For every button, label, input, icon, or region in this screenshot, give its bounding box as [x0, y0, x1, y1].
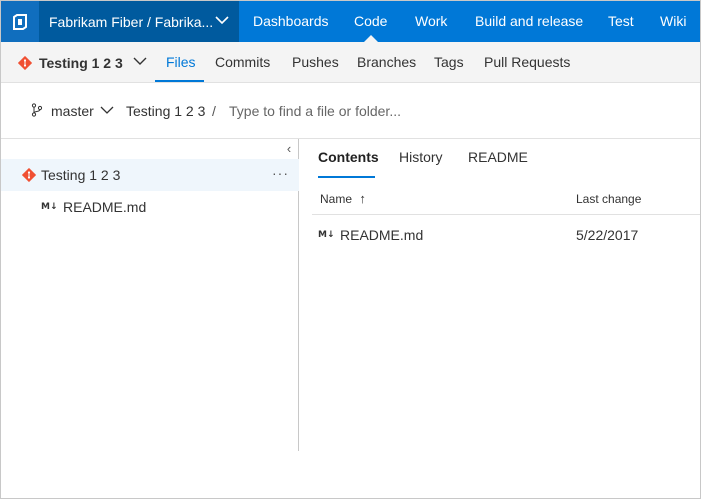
more-options-icon[interactable]: ···	[272, 165, 289, 181]
tab-tags[interactable]: Tags	[434, 42, 464, 83]
nav-build-and-release[interactable]: Build and release	[475, 1, 583, 42]
tab-contents[interactable]: Contents	[318, 149, 379, 173]
column-header-name[interactable]: Name ↑	[320, 187, 366, 213]
tab-files[interactable]: Files	[166, 42, 196, 83]
tab-pull-requests[interactable]: Pull Requests	[484, 42, 570, 83]
app-window: Fabrikam Fiber / Fabrika... Dashboards C…	[0, 0, 701, 499]
tree-item-label: Testing 1 2 3	[41, 167, 121, 183]
tree-item-repo-root[interactable]: Testing 1 2 3 ···	[1, 159, 299, 191]
tree-item-readme[interactable]: M↓ README.md	[1, 191, 299, 223]
file-last-change: 5/22/2017	[576, 227, 639, 243]
tab-commits[interactable]: Commits	[215, 42, 270, 83]
nav-dashboards[interactable]: Dashboards	[253, 1, 329, 42]
top-navigation-bar: Fabrikam Fiber / Fabrika... Dashboards C…	[1, 1, 700, 42]
branch-selector[interactable]: master	[31, 83, 114, 139]
breadcrumb-separator: /	[212, 103, 216, 119]
column-header-label: Name	[320, 192, 353, 206]
git-repo-icon	[17, 55, 33, 71]
file-tree-pane: ‹ Testing 1 2 3 ··· M↓ README.md	[1, 139, 299, 451]
chevron-down-icon	[100, 103, 114, 120]
project-name: Fabrikam Fiber / Fabrika...	[49, 13, 214, 30]
header-divider	[312, 214, 700, 215]
repo-selector[interactable]: Testing 1 2 3	[17, 42, 147, 83]
nav-test[interactable]: Test	[608, 1, 634, 42]
vsts-logo-icon[interactable]	[1, 1, 39, 42]
tab-pushes[interactable]: Pushes	[292, 42, 339, 83]
project-selector[interactable]: Fabrikam Fiber / Fabrika...	[39, 1, 239, 42]
markdown-file-icon: M↓	[41, 202, 58, 212]
nav-code[interactable]: Code	[354, 1, 387, 42]
chevron-down-icon	[133, 54, 147, 71]
file-name[interactable]: README.md	[340, 227, 423, 243]
chevron-down-icon	[215, 13, 229, 30]
tab-branches[interactable]: Branches	[357, 42, 416, 83]
file-search-input[interactable]	[223, 99, 523, 123]
tab-history[interactable]: History	[399, 149, 443, 173]
sort-ascending-icon: ↑	[359, 191, 366, 206]
collapse-pane-icon[interactable]: ‹	[283, 141, 295, 156]
code-hub-subnav: Testing 1 2 3 Files Commits Pushes Branc…	[1, 42, 700, 83]
table-row[interactable]: M↓ README.md	[318, 223, 423, 247]
breadcrumb-repo[interactable]: Testing 1 2 3	[126, 83, 205, 139]
markdown-file-icon: M↓	[318, 230, 335, 240]
nav-work[interactable]: Work	[415, 1, 447, 42]
tab-readme[interactable]: README	[468, 149, 528, 173]
path-bar: master Testing 1 2 3 /	[1, 83, 700, 139]
branch-name: master	[51, 103, 94, 119]
active-tab-indicator	[318, 176, 375, 178]
repo-name: Testing 1 2 3	[39, 54, 123, 71]
column-header-last-change[interactable]: Last change	[576, 187, 641, 213]
git-repo-icon	[21, 167, 37, 183]
branch-icon	[31, 102, 43, 120]
active-tab-indicator	[155, 80, 204, 82]
tree-item-label: README.md	[63, 199, 147, 215]
nav-wiki[interactable]: Wiki	[660, 1, 686, 42]
